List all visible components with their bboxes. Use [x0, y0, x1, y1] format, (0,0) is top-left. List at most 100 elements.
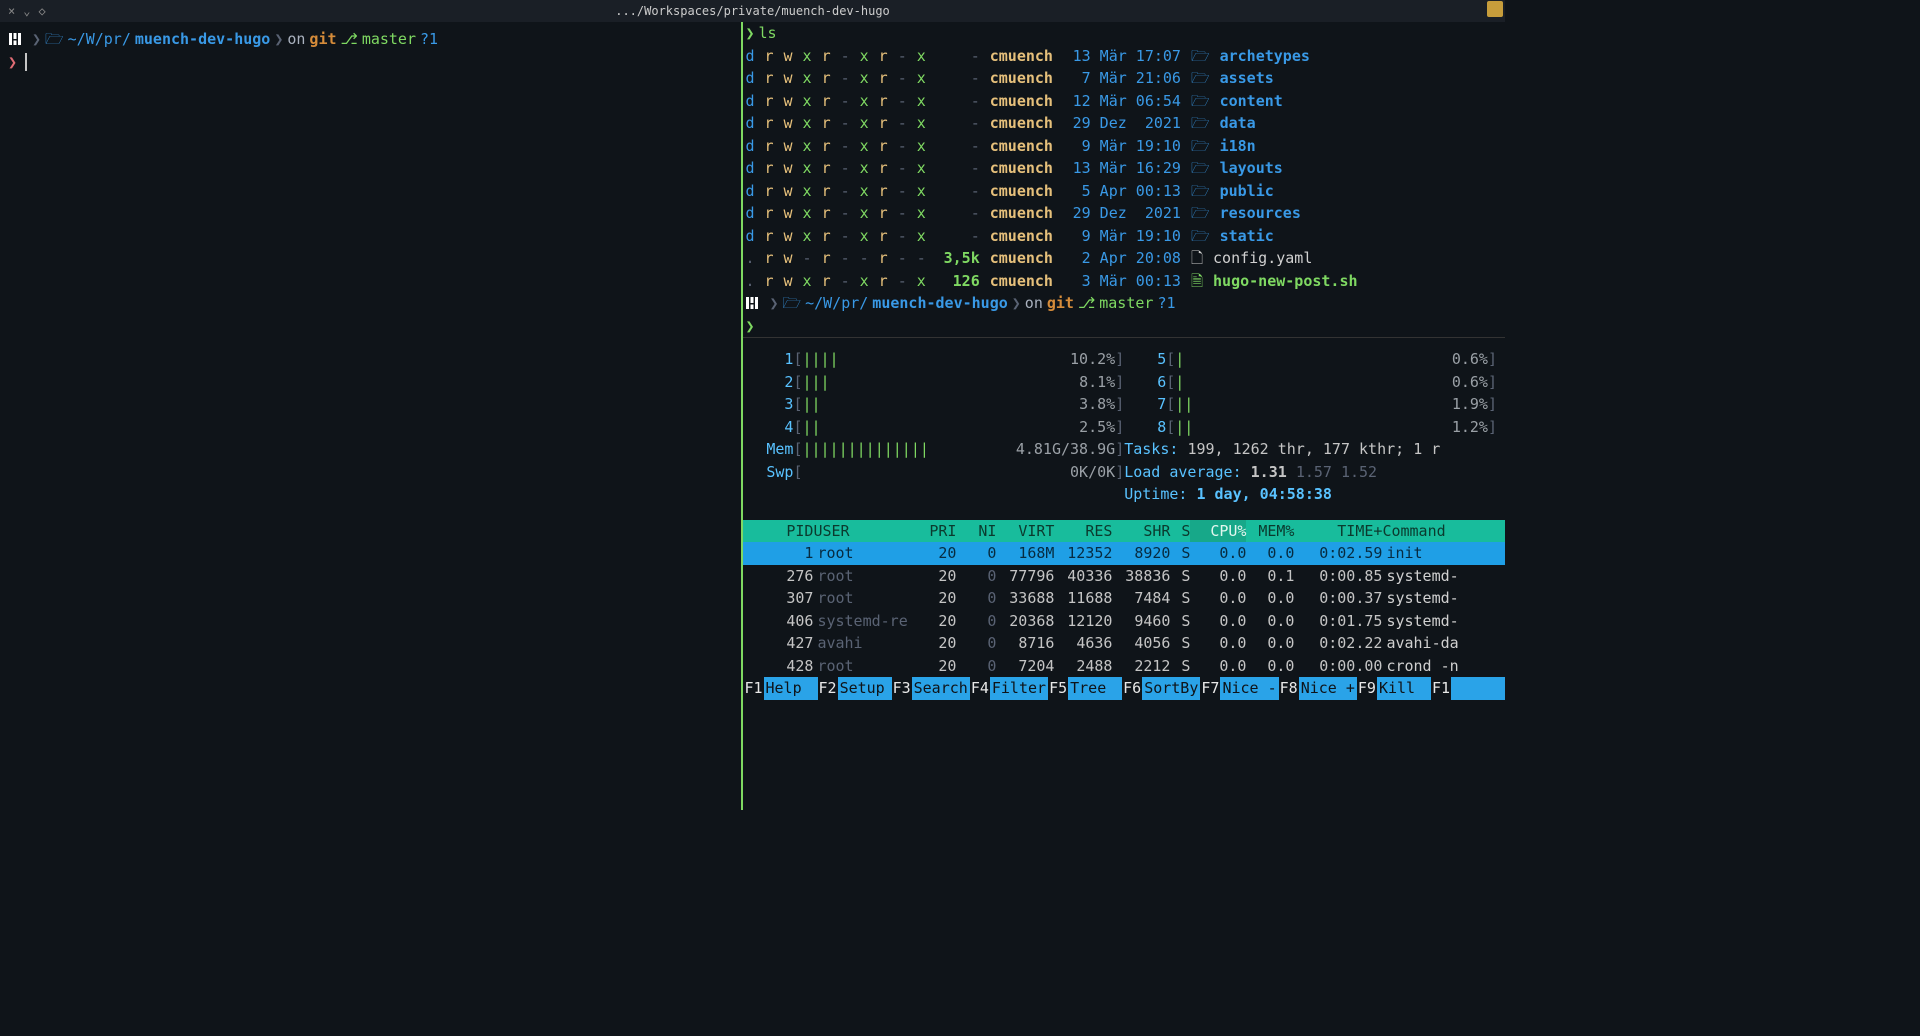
chevron-right-icon: ❯: [274, 28, 283, 51]
process-row[interactable]: 427avahi200871646364056S0.00.00:02.22ava…: [743, 632, 1505, 655]
fkey-f6[interactable]: F6: [1122, 677, 1142, 700]
close-icon[interactable]: ×: [8, 2, 15, 20]
htop-pane[interactable]: 1[||||10.2%]2[|||8.1%]3[||3.8%]4[||2.5%]…: [743, 337, 1505, 810]
dir-icon: 🗁: [1191, 112, 1210, 135]
branch-name: master: [1099, 292, 1153, 315]
right-prompt-1: ❯ ls: [745, 22, 1503, 45]
col-cpu[interactable]: CPU%: [1190, 520, 1246, 543]
process-list[interactable]: 1root200168M123528920S0.00.00:02.59init2…: [743, 542, 1505, 677]
ls-owner: cmuench: [990, 247, 1053, 270]
ls-owner: cmuench: [990, 180, 1053, 203]
htop-meters: 1[||||10.2%]2[|||8.1%]3[||3.8%]4[||2.5%]…: [743, 348, 1505, 520]
left-terminal-pane[interactable]: ❯ 🗁 ~/W/pr/muench-dev-hugo ❯ on git ⎇ ma…: [0, 22, 743, 810]
ls-owner: cmuench: [990, 112, 1053, 135]
col-shr[interactable]: SHR: [1112, 520, 1170, 543]
ls-row: .rwxr-xr-x 126 cmuench 3 Mär 00:13 🗎hugo…: [745, 270, 1503, 293]
fkey-label[interactable]: Filter: [990, 677, 1048, 700]
fkey-f4[interactable]: F4: [970, 677, 990, 700]
window-title: .../Workspaces/private/muench-dev-hugo: [615, 2, 890, 20]
ls-date: 5 Apr 00:13: [1063, 180, 1181, 203]
on-text: on: [1025, 292, 1043, 315]
fkey-f1[interactable]: F1: [743, 677, 763, 700]
fkey-f7[interactable]: F7: [1200, 677, 1220, 700]
dir-icon: 🗁: [1191, 225, 1210, 248]
col-user[interactable]: USER: [813, 520, 908, 543]
cpu-meter-6: 6[|0.6%]: [1124, 371, 1497, 394]
titlebar: × ⌄ ◇ .../Workspaces/private/muench-dev-…: [0, 0, 1505, 22]
col-time[interactable]: TIME+: [1294, 520, 1382, 543]
ls-owner: cmuench: [990, 90, 1053, 113]
dir-icon: 🗁: [1191, 90, 1210, 113]
os-logo-icon: [8, 31, 28, 47]
dir-icon: 🗁: [1191, 45, 1210, 68]
diamond-icon[interactable]: ◇: [38, 2, 45, 20]
col-s[interactable]: S: [1170, 520, 1190, 543]
folder-icon: 🗁: [45, 28, 64, 51]
col-cmd[interactable]: Command: [1382, 520, 1505, 543]
fkey-f1[interactable]: F1: [1431, 677, 1451, 700]
htop-footer[interactable]: F1HelpF2SetupF3SearchF4FilterF5TreeF6Sor…: [743, 677, 1505, 700]
fkey-label[interactable]: Setup: [838, 677, 892, 700]
swp-meter: Swp[0K/0K]: [751, 461, 1124, 484]
path-prefix: ~/W/pr/: [68, 28, 131, 51]
fkey-label[interactable]: Search: [912, 677, 970, 700]
col-ni[interactable]: NI: [956, 520, 996, 543]
fkey-label[interactable]: [1451, 677, 1505, 700]
fkey-f9[interactable]: F9: [1357, 677, 1377, 700]
minimize-icon[interactable]: ⌄: [23, 2, 30, 20]
ls-name: hugo-new-post.sh: [1213, 270, 1358, 293]
ls-name: public: [1220, 180, 1274, 203]
right-input-line[interactable]: ❯: [745, 315, 1503, 338]
chevron-right-icon: ❯: [32, 28, 41, 51]
ls-name: static: [1220, 225, 1274, 248]
process-row[interactable]: 307root20033688116887484S0.00.00:00.37sy…: [743, 587, 1505, 610]
ls-row: drwxr-xr-x - cmuench 12 Mär 06:54 🗁conte…: [745, 90, 1503, 113]
fkey-f3[interactable]: F3: [892, 677, 912, 700]
fkey-label[interactable]: Nice -: [1220, 677, 1278, 700]
col-pri[interactable]: PRI: [908, 520, 956, 543]
process-row[interactable]: 1root200168M123528920S0.00.00:02.59init: [743, 542, 1505, 565]
ls-row: drwxr-xr-x - cmuench 29 Dez 2021 🗁resour…: [745, 202, 1503, 225]
ls-date: 7 Mär 21:06: [1063, 67, 1181, 90]
fkey-label[interactable]: Help: [764, 677, 818, 700]
ls-size: -: [936, 135, 980, 158]
fkey-label[interactable]: Kill: [1377, 677, 1431, 700]
prompt-char: ❯: [745, 22, 754, 45]
right-prompt-2: ❯ 🗁 ~/W/pr/muench-dev-hugo ❯ on git ⎇ ma…: [745, 292, 1503, 315]
prompt-char: ❯: [745, 315, 754, 338]
process-row[interactable]: 428root200720424882212S0.00.00:00.00cron…: [743, 655, 1505, 678]
fkey-label[interactable]: Tree: [1068, 677, 1122, 700]
col-virt[interactable]: VIRT: [996, 520, 1054, 543]
fkey-label[interactable]: SortBy: [1142, 677, 1200, 700]
chevron-right-icon: ❯: [1012, 292, 1021, 315]
process-row[interactable]: 276root200777964033638836S0.00.10:00.85s…: [743, 565, 1505, 588]
right-top-pane[interactable]: ❯ ls drwxr-xr-x - cmuench 13 Mär 17:07 🗁…: [743, 22, 1505, 337]
branch-icon: ⎇: [341, 28, 358, 51]
fkey-f8[interactable]: F8: [1279, 677, 1299, 700]
git-status: ?1: [1157, 292, 1175, 315]
col-pid[interactable]: PID: [743, 520, 813, 543]
ls-row: drwxr-xr-x - cmuench 13 Mär 17:07 🗁arche…: [745, 45, 1503, 68]
ls-name: i18n: [1220, 135, 1256, 158]
left-input-line[interactable]: ❯: [8, 51, 733, 74]
col-res[interactable]: RES: [1054, 520, 1112, 543]
dir-icon: 🗁: [1191, 135, 1210, 158]
ls-size: -: [936, 225, 980, 248]
ls-size: 126: [936, 270, 980, 293]
ls-name: data: [1220, 112, 1256, 135]
process-row[interactable]: 406systemd-re20020368121209460S0.00.00:0…: [743, 610, 1505, 633]
ls-row: drwxr-xr-x - cmuench 9 Mär 19:10 🗁static: [745, 225, 1503, 248]
cursor: [25, 53, 27, 71]
dir-icon: 🗁: [1191, 157, 1210, 180]
ls-date: 13 Mär 16:29: [1063, 157, 1181, 180]
fkey-f2[interactable]: F2: [818, 677, 838, 700]
cpu-meter-8: 8[||1.2%]: [1124, 416, 1497, 439]
ls-size: 3,5k: [936, 247, 980, 270]
ls-row: drwxr-xr-x - cmuench 29 Dez 2021 🗁data: [745, 112, 1503, 135]
ls-row: .rw-r--r-- 3,5k cmuench 2 Apr 20:08 🗋con…: [745, 247, 1503, 270]
fkey-label[interactable]: Nice +: [1299, 677, 1357, 700]
ls-size: -: [936, 157, 980, 180]
htop-header[interactable]: PID USER PRI NI VIRT RES SHR S CPU% MEM%…: [743, 520, 1505, 543]
fkey-f5[interactable]: F5: [1048, 677, 1068, 700]
col-mem[interactable]: MEM%: [1246, 520, 1294, 543]
